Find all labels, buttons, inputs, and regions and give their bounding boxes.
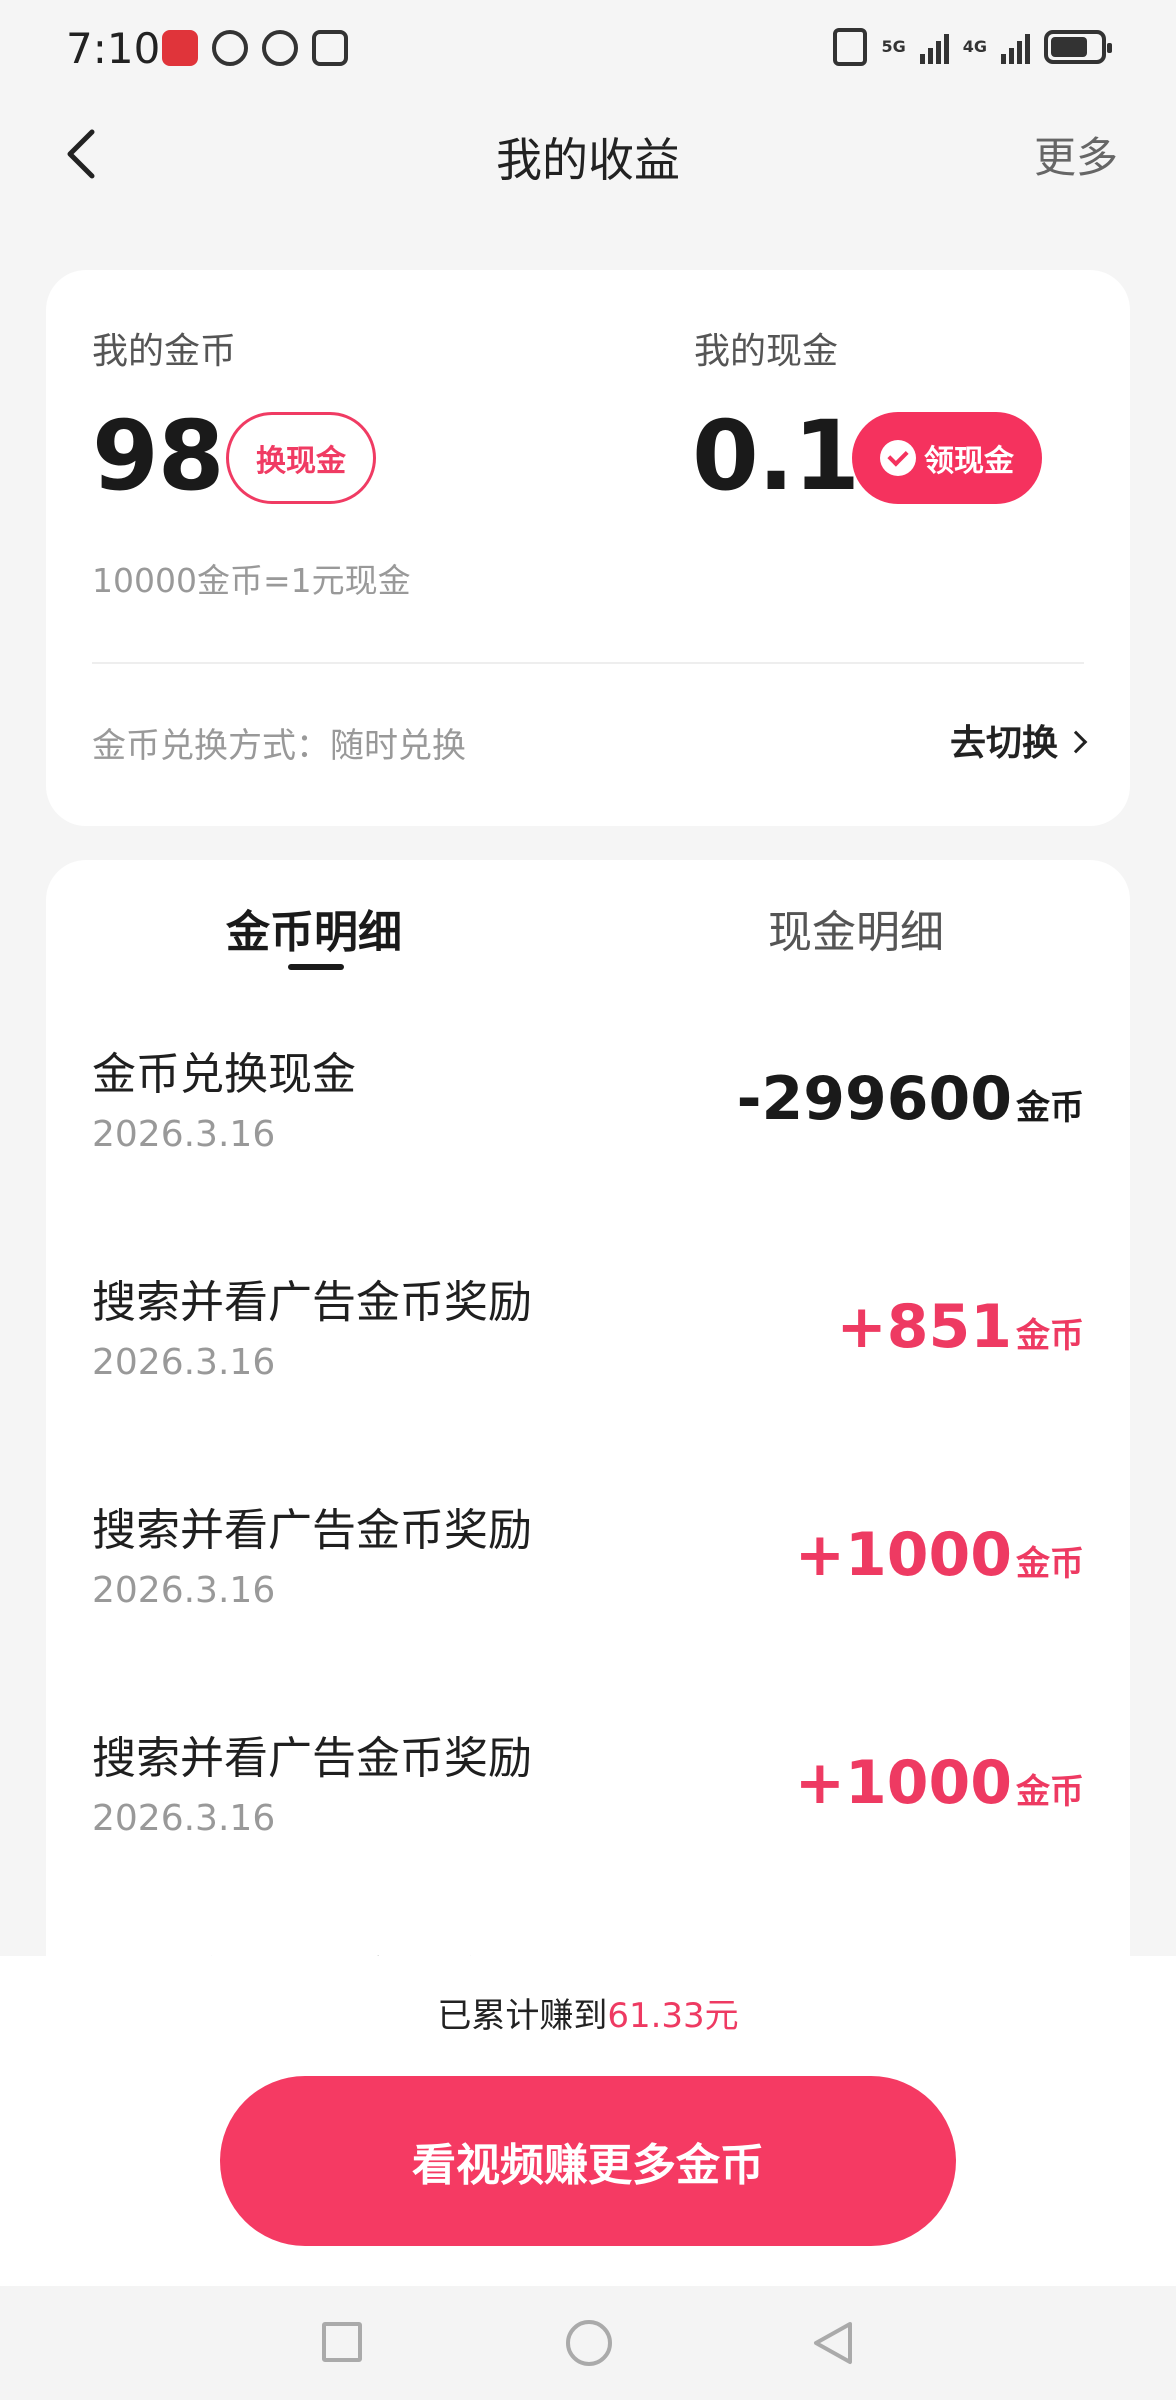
coins-label: 我的金币 (92, 331, 237, 372)
status-bar: 7:10 5G 4G (0, 0, 1176, 100)
huawei-app-icon (162, 30, 198, 66)
speedometer-icon (262, 30, 298, 66)
battery-icon (1044, 30, 1112, 64)
system-nav-bar (0, 2286, 1176, 2400)
total-earned-label: 已累计赚到 (437, 1996, 608, 2036)
vibrate-icon (833, 28, 868, 66)
transaction-row: 金币兑换现金 2026.3.16 -299600 金币 (46, 1038, 1130, 1266)
active-tab-indicator (288, 964, 344, 970)
transaction-date: 2026.3.16 (92, 1798, 276, 1839)
transaction-detail-card: 金币明细 现金明细 金币兑换现金 2026.3.16 -299600 金币 搜索… (46, 860, 1130, 1960)
amount-value: +851 (836, 1292, 1012, 1362)
notification-app-icon (212, 30, 248, 66)
transaction-amount: -299600 金币 (737, 1064, 1084, 1134)
chevron-right-icon (1064, 730, 1088, 754)
cash-value: 0.1 (692, 400, 860, 512)
watch-video-earn-button[interactable]: 看视频赚更多金币 (220, 2076, 956, 2246)
check-badge-icon (880, 440, 916, 476)
transaction-title: 搜索并看广告金币奖励 (92, 1505, 532, 1556)
transaction-row: 搜索并看广告金币奖励 2026.3.16 +1000 金币 (46, 1722, 1130, 1950)
signal-4g-icon (1001, 30, 1030, 64)
recent-apps-icon[interactable] (322, 2322, 362, 2362)
nav-back-icon[interactable] (806, 2316, 860, 2370)
transaction-title: 搜索并看广告金币奖励 (92, 1733, 532, 1784)
bottom-action-bar: 已累计赚到61.33元 看视频赚更多金币 (0, 1956, 1176, 2286)
coins-value: 98 (92, 400, 225, 512)
amount-value: +1000 (794, 1748, 1012, 1818)
divider (92, 662, 1084, 664)
transaction-date: 2026.3.16 (92, 1114, 276, 1155)
total-earned-amount: 61.33元 (607, 1996, 739, 2036)
amount-unit: 金币 (1016, 1316, 1084, 1356)
signal-5g-icon (919, 30, 949, 64)
transaction-amount: +851 金币 (836, 1292, 1084, 1362)
exchange-cash-button[interactable]: 换现金 (226, 412, 376, 504)
home-icon[interactable] (566, 2320, 612, 2366)
total-earned-text: 已累计赚到61.33元 (0, 1988, 1176, 2037)
tab-cash-detail[interactable]: 现金明细 (768, 896, 944, 960)
amount-unit: 金币 (1016, 1772, 1084, 1812)
exchange-mode-label: 金币兑换方式：随时兑换 (92, 726, 466, 766)
notification-icons (162, 30, 348, 66)
claim-cash-button[interactable]: 领现金 (852, 412, 1042, 504)
earnings-page: 7:10 5G 4G 我的收益 更多 我的金币 98 换现金 我的现金 0.1 (0, 0, 1176, 2400)
cash-label: 我的现金 (694, 331, 839, 372)
transaction-title: 金币兑换现金 (92, 1049, 356, 1100)
transaction-amount: +1000 金币 (795, 1748, 1084, 1818)
system-indicators: 5G 4G (833, 28, 1112, 66)
transaction-title: 搜索并看广告金币奖励 (92, 1277, 532, 1328)
amount-unit: 金币 (1016, 1088, 1084, 1128)
network-5g-label: 5G (881, 37, 906, 56)
claim-cash-label: 领现金 (924, 444, 1014, 479)
amount-value: +1000 (794, 1520, 1012, 1590)
transaction-date: 2026.3.16 (92, 1342, 276, 1383)
switch-mode-label: 去切换 (949, 723, 1058, 764)
status-time: 7:10 (66, 24, 161, 73)
switch-mode-link[interactable]: 去切换 (949, 714, 1088, 766)
transaction-amount: +1000 金币 (795, 1520, 1084, 1590)
amount-value: -299600 (736, 1064, 1012, 1134)
transaction-row: 搜索并看广告金币奖励 2026.3.16 +1000 金币 (46, 1494, 1130, 1722)
earnings-summary-card: 我的金币 98 换现金 我的现金 0.1 领现金 10000金币=1元现金 金币… (46, 270, 1130, 826)
network-4g-label: 4G (962, 37, 987, 56)
transaction-date: 2026.3.16 (92, 1570, 276, 1611)
nfc-icon (312, 30, 348, 66)
exchange-rate-note: 10000金币=1元现金 (92, 561, 411, 600)
tab-coin-detail[interactable]: 金币明细 (226, 896, 402, 960)
top-bar: 我的收益 更多 (0, 100, 1176, 210)
battery-fill (1051, 37, 1087, 57)
page-title: 我的收益 (496, 133, 680, 187)
amount-unit: 金币 (1016, 1544, 1084, 1584)
transaction-row: 搜索并看广告金币奖励 2026.3.16 +851 金币 (46, 1266, 1130, 1494)
more-button[interactable]: 更多 (1034, 124, 1118, 185)
